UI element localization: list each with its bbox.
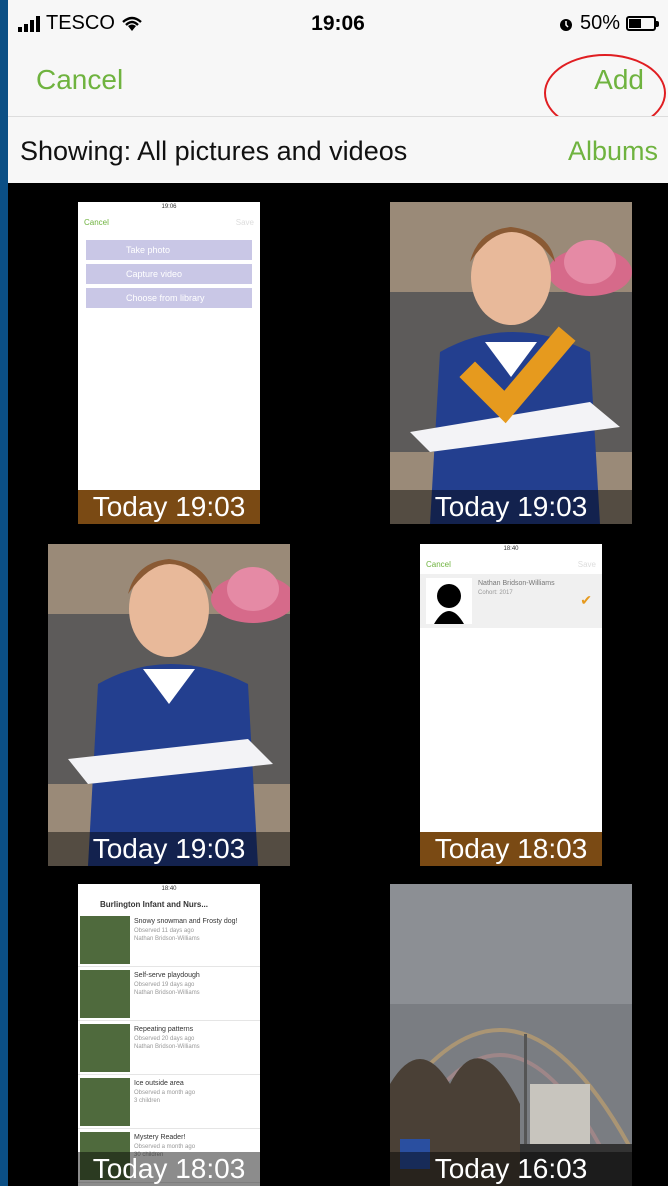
media-tile[interactable]: 18:40 Burlington Infant and Nurs... Snow… xyxy=(78,884,260,1186)
tile-caption: Today 18:03 xyxy=(78,1152,260,1186)
battery-icon xyxy=(626,16,659,31)
mini-list-item: Ice outside area Observed a month ago 3 ch… xyxy=(78,1076,260,1129)
mini-list-item-title: Self-serve playdough xyxy=(134,972,200,979)
tile-caption: Today 18:03 xyxy=(420,832,602,866)
mini-list-thumb xyxy=(80,1078,130,1126)
add-button-label: Add xyxy=(594,64,644,95)
tile-caption: Today 19:03 xyxy=(390,490,632,524)
battery-indicator: 50% xyxy=(558,12,659,35)
screenshot-thumbnail: 18:40 Burlington Infant and Nurs... Snow… xyxy=(78,884,260,1186)
media-tile[interactable]: Today 16:03 xyxy=(390,884,632,1186)
mini-list-item-title: Repeating patterns xyxy=(134,1026,194,1033)
mini-status-bar: 18:40 xyxy=(503,546,519,552)
battery-fill xyxy=(629,19,641,28)
mini-status-bar: 18:40 xyxy=(161,886,177,892)
battery-percent: 50% xyxy=(579,12,620,34)
mini-cancel: Cancel xyxy=(84,218,109,227)
mini-capture-video: Capture video xyxy=(86,264,252,284)
mini-choose-library: Choose from library xyxy=(86,288,252,308)
silhouette-icon xyxy=(426,578,472,624)
mini-list-item-observed: Observed 19 days ago xyxy=(134,982,195,988)
mini-status-bar: 19:06 xyxy=(161,204,177,210)
status-bar: TESCO 19:06 50% xyxy=(8,0,668,44)
mini-child-name: Nathan Bridson-Williams xyxy=(478,580,555,587)
mini-list-item-observed: Observed 20 days ago xyxy=(134,1036,195,1042)
media-tile-selected[interactable]: Today 19:03 xyxy=(390,202,632,524)
mini-list-item-observed: Observed a month ago xyxy=(134,1090,196,1096)
tile-caption: Today 19:03 xyxy=(78,490,260,524)
showing-label: Showing: All pictures and videos xyxy=(20,136,408,166)
mini-list-item-children: 3 children xyxy=(134,1098,161,1104)
mini-list-item-children: Nathan Bridson-Williams xyxy=(134,1044,200,1050)
tile-caption: Today 16:03 xyxy=(390,1152,632,1186)
mini-list-item-title: Snowy snowman and Frosty dog! xyxy=(134,918,238,925)
mini-take-photo: Take photo xyxy=(86,240,252,260)
mini-list-item-children: Nathan Bridson-Williams xyxy=(134,990,200,996)
mini-list-item-title: Ice outside area xyxy=(134,1080,184,1087)
mini-save: Save xyxy=(577,560,596,569)
mini-list-thumb xyxy=(80,970,130,1018)
mini-list-item-title: Mystery Reader! xyxy=(134,1134,186,1141)
mini-list-item: Snowy snowman and Frosty dog! Observed 11… xyxy=(78,914,260,967)
nav-bar: Cancel Add xyxy=(8,44,668,132)
cancel-button[interactable]: Cancel xyxy=(36,64,123,96)
alarm-icon xyxy=(559,18,572,31)
photo-thumbnail xyxy=(390,884,632,1186)
screenshot-thumbnail: 19:06 Cancel Save Take photo Capture vid… xyxy=(78,202,260,524)
tile-caption: Today 19:03 xyxy=(48,832,290,866)
photo-picker-screen: TESCO 19:06 50% Cancel Add Showing: All … xyxy=(8,0,668,1186)
mini-list-item-children: Nathan Bridson-Williams xyxy=(134,936,200,942)
media-tile[interactable]: Today 19:03 xyxy=(48,544,290,866)
mini-list-item: Repeating patterns Observed 20 days ago Na… xyxy=(78,1022,260,1075)
photo-thumbnail xyxy=(390,202,632,524)
media-tile[interactable]: 18:40 Cancel Save Nathan Bridson-William… xyxy=(420,544,602,866)
media-tile[interactable]: 19:06 Cancel Save Take photo Capture vid… xyxy=(78,202,260,524)
mini-list-title: Burlington Infant and Nurs... xyxy=(100,900,208,909)
filter-bar: Showing: All pictures and videos Albums xyxy=(8,116,668,183)
mini-list-item-observed: Observed 11 days ago xyxy=(134,928,194,934)
screenshot-thumbnail: 18:40 Cancel Save Nathan Bridson-William… xyxy=(420,544,602,866)
add-button[interactable]: Add xyxy=(544,54,666,132)
mini-child-cohort: Cohort: 2017 xyxy=(478,590,513,596)
albums-button[interactable]: Albums xyxy=(568,136,658,167)
mini-list-thumb xyxy=(80,916,130,964)
photo-thumbnail xyxy=(48,544,290,866)
mini-child-row: Nathan Bridson-Williams Cohort: 2017 ✔ xyxy=(420,574,602,628)
mini-save: Save xyxy=(235,218,254,227)
mini-list-thumb xyxy=(80,1024,130,1072)
mini-list-item: Self-serve playdough Observed 19 days ago… xyxy=(78,968,260,1021)
mini-cancel: Cancel xyxy=(426,560,451,569)
mini-list-item-observed: Observed a month ago xyxy=(134,1144,196,1150)
mini-check-icon: ✔ xyxy=(580,592,592,608)
